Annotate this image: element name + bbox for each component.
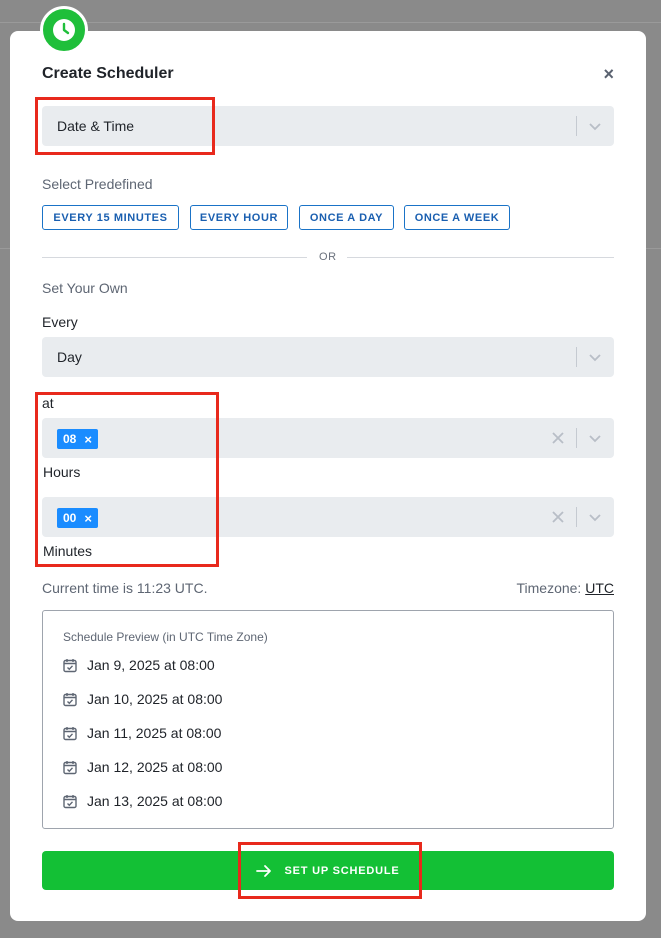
hours-tag-value: 08 <box>63 432 77 446</box>
every-label: Every <box>42 314 78 330</box>
minutes-tag-value: 00 <box>63 511 77 525</box>
every-value: Day <box>57 349 82 365</box>
schedule-preview: Schedule Preview (in UTC Time Zone) Jan … <box>42 610 614 829</box>
select-separator <box>576 507 577 527</box>
clear-icon[interactable] <box>551 510 565 524</box>
or-divider-text: OR <box>319 251 337 263</box>
set-your-own-label: Set Your Own <box>42 280 128 296</box>
minutes-label: Minutes <box>43 543 93 559</box>
modal-title: Create Scheduler <box>42 65 174 82</box>
preview-item-text: Jan 13, 2025 at 08:00 <box>87 793 223 809</box>
close-icon[interactable]: × <box>603 65 614 83</box>
timezone-link[interactable]: UTC <box>585 580 614 596</box>
calendar-check-icon <box>63 726 77 740</box>
schedule-preview-title: Schedule Preview (in UTC Time Zone) <box>63 630 268 644</box>
timezone-info: Timezone: UTC <box>516 580 614 596</box>
trigger-type-select[interactable]: Date & Time <box>42 106 614 146</box>
hours-label: Hours <box>43 464 81 480</box>
at-label: at <box>42 395 54 411</box>
clock-icon <box>40 6 88 54</box>
background-divider <box>0 22 661 23</box>
calendar-check-icon <box>63 760 77 774</box>
timezone-label: Timezone: <box>516 580 582 596</box>
preview-item-text: Jan 9, 2025 at 08:00 <box>87 657 215 673</box>
set-up-schedule-button[interactable]: SET UP SCHEDULE <box>42 851 614 890</box>
calendar-check-icon <box>63 658 77 672</box>
predefined-every-hour-button[interactable]: EVERY HOUR <box>190 205 288 230</box>
calendar-check-icon <box>63 692 77 706</box>
select-separator <box>576 347 577 367</box>
preview-item-text: Jan 10, 2025 at 08:00 <box>87 691 223 707</box>
every-select[interactable]: Day <box>42 337 614 377</box>
arrow-right-icon <box>256 864 272 877</box>
preview-item: Jan 11, 2025 at 08:00 <box>63 723 221 743</box>
remove-minutes-tag-icon[interactable]: × <box>84 511 92 526</box>
trigger-type-value: Date & Time <box>57 118 135 134</box>
divider-line-right <box>347 257 614 258</box>
chevron-down-icon[interactable] <box>587 349 603 365</box>
remove-hours-tag-icon[interactable]: × <box>84 432 92 447</box>
predefined-once-a-week-button[interactable]: ONCE A WEEK <box>404 205 510 230</box>
chevron-down-icon[interactable] <box>587 509 603 525</box>
preview-item: Jan 13, 2025 at 08:00 <box>63 791 222 811</box>
preview-item: Jan 12, 2025 at 08:00 <box>63 757 222 777</box>
predefined-label: Select Predefined <box>42 176 153 192</box>
select-separator <box>576 116 577 136</box>
create-scheduler-modal: Create Scheduler × Date & Time Select Pr… <box>10 31 646 921</box>
minutes-tag: 00 × <box>57 508 98 528</box>
hours-tag: 08 × <box>57 429 98 449</box>
divider-line-left <box>42 257 307 258</box>
preview-item: Jan 10, 2025 at 08:00 <box>63 689 222 709</box>
chevron-down-icon[interactable] <box>587 118 603 134</box>
calendar-check-icon <box>63 794 77 808</box>
preview-item: Jan 9, 2025 at 08:00 <box>63 655 215 675</box>
minutes-select[interactable]: 00 × <box>42 497 614 537</box>
chevron-down-icon[interactable] <box>587 430 603 446</box>
preview-item-text: Jan 12, 2025 at 08:00 <box>87 759 223 775</box>
current-time-text: Current time is 11:23 UTC. <box>42 580 208 596</box>
hours-select[interactable]: 08 × <box>42 418 614 458</box>
preview-item-text: Jan 11, 2025 at 08:00 <box>87 725 222 741</box>
predefined-once-a-day-button[interactable]: ONCE A DAY <box>299 205 394 230</box>
set-up-schedule-label: SET UP SCHEDULE <box>284 864 400 877</box>
select-separator <box>576 428 577 448</box>
predefined-every-15-minutes-button[interactable]: EVERY 15 MINUTES <box>42 205 179 230</box>
clear-icon[interactable] <box>551 431 565 445</box>
